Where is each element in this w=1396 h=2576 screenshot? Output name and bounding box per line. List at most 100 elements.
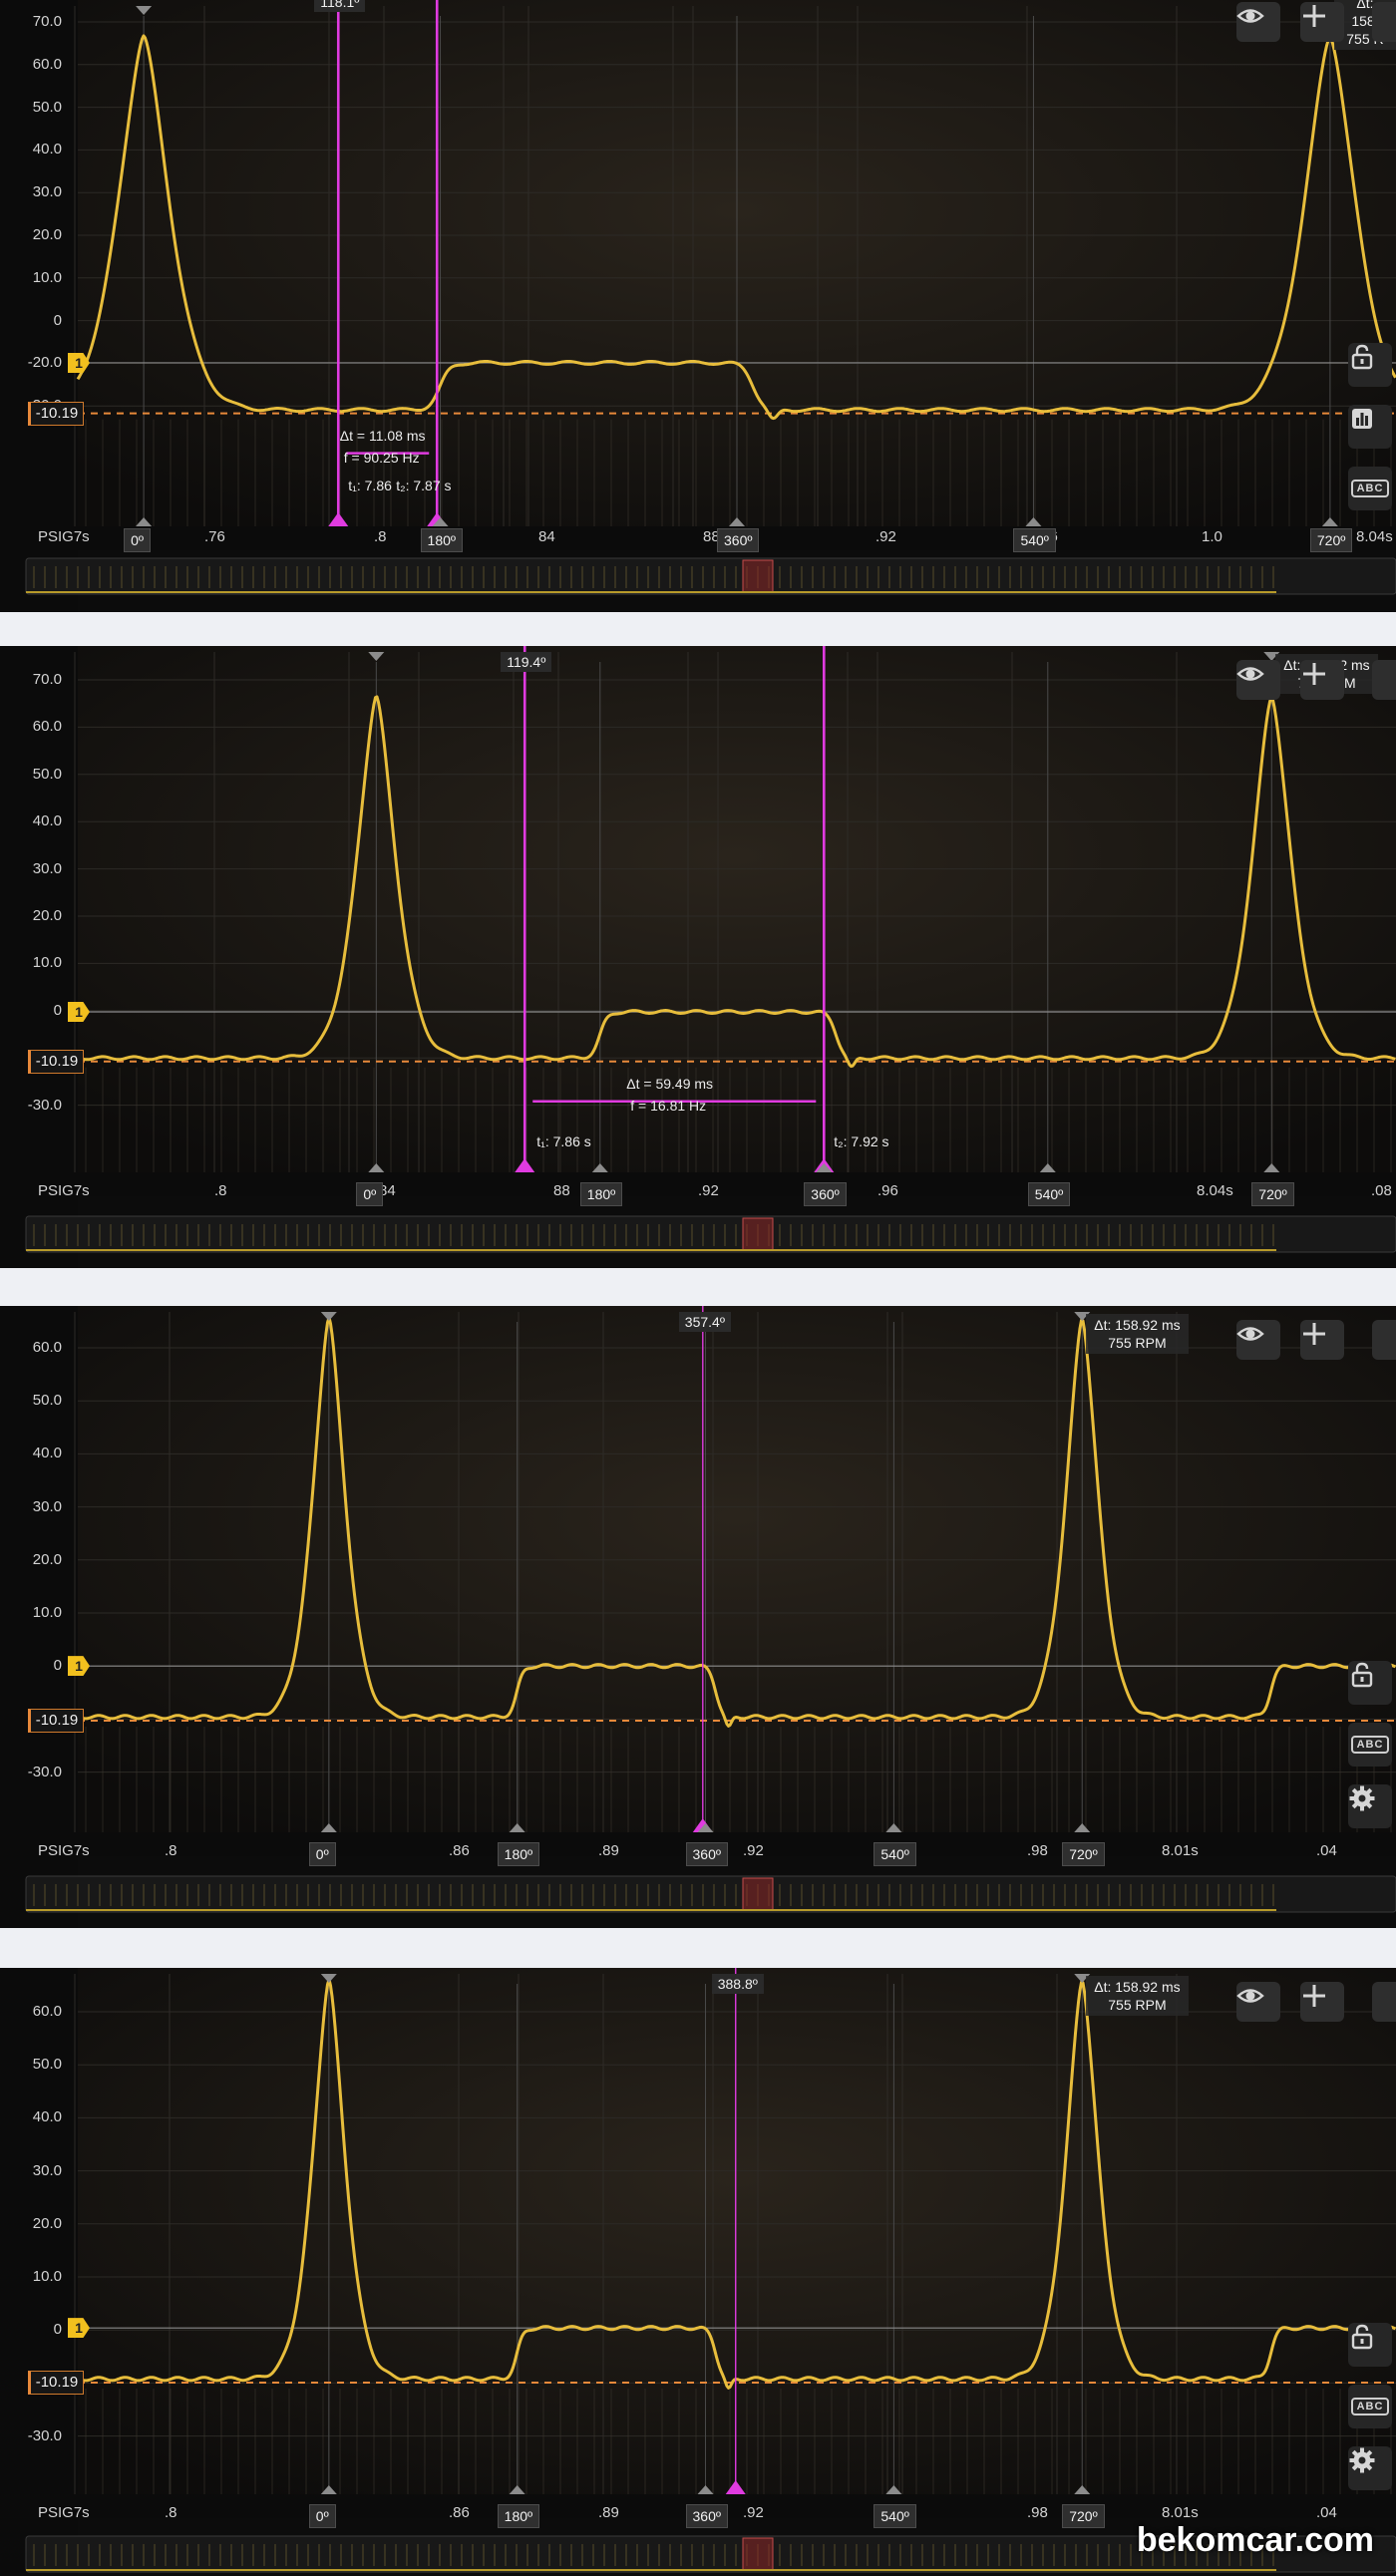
degree-label: 540º bbox=[1013, 528, 1056, 552]
lock-open-button[interactable] bbox=[1348, 343, 1392, 387]
x-tick-label: .86 bbox=[449, 2504, 470, 2521]
panel-separator bbox=[0, 1268, 1396, 1306]
eye-icon bbox=[1236, 1989, 1264, 2003]
x-tick-label: .8 bbox=[374, 528, 387, 545]
degree-label: 360º bbox=[717, 528, 760, 552]
y-tick-label: 20.0 bbox=[32, 2214, 62, 2232]
x-tick-label: 84 bbox=[538, 528, 555, 545]
x-tick-label: .86 bbox=[449, 1842, 470, 1859]
channel-name: PSIG7s bbox=[38, 1182, 90, 1199]
abc-button[interactable]: ABC bbox=[1348, 2385, 1392, 2428]
panel-separator bbox=[0, 1928, 1396, 1968]
x-tick-label: .92 bbox=[875, 528, 896, 545]
y-tick-label: 50.0 bbox=[32, 765, 62, 783]
gear-button[interactable] bbox=[1348, 2446, 1392, 2490]
x-tick-label: .92 bbox=[743, 2504, 764, 2521]
degree-label: 360º bbox=[804, 1182, 847, 1206]
eye-button[interactable] bbox=[1236, 1320, 1280, 1360]
lock-open-button[interactable] bbox=[1348, 2323, 1392, 2367]
channel-name: PSIG7s bbox=[38, 2504, 90, 2521]
waveform-chart[interactable] bbox=[0, 0, 1396, 612]
waveform-chart[interactable] bbox=[0, 646, 1396, 1268]
plus-icon bbox=[1303, 1323, 1325, 1345]
overview-window bbox=[742, 1877, 774, 1911]
degree-label: 180º bbox=[420, 528, 464, 552]
period-info-box: Δt: 158.92 ms 755 RPM bbox=[1086, 1976, 1189, 2016]
y-tick-label: 50.0 bbox=[32, 1392, 62, 1410]
degree-label: 0º bbox=[308, 2504, 336, 2528]
plus-icon bbox=[1303, 663, 1325, 685]
period-info-line: Δt: 158.92 ms bbox=[1094, 1317, 1181, 1333]
overflow-button[interactable] bbox=[1372, 660, 1396, 700]
overview-window bbox=[742, 1217, 774, 1251]
gear-icon bbox=[1349, 2447, 1375, 2473]
eye-icon bbox=[1236, 1327, 1264, 1341]
overflow-button[interactable] bbox=[1372, 1320, 1396, 1360]
x-tick-label: 88 bbox=[553, 1182, 570, 1199]
x-tick-label: .98 bbox=[1027, 1842, 1048, 1859]
plus-icon bbox=[1303, 1985, 1325, 2007]
y-tick-label: 30.0 bbox=[32, 859, 62, 877]
degree-label: 180º bbox=[497, 2504, 540, 2528]
x-tick-label: .8 bbox=[165, 1842, 177, 1859]
abc-icon: ABC bbox=[1350, 2398, 1390, 2415]
y-tick-label: 60.0 bbox=[32, 55, 62, 73]
t1-text: t₁: 7.86 bbox=[348, 477, 392, 493]
add-button[interactable] bbox=[1300, 1982, 1344, 2022]
abc-icon: ABC bbox=[1350, 480, 1390, 497]
y-tick-label: 20.0 bbox=[32, 907, 62, 924]
y-tick-label: 30.0 bbox=[32, 183, 62, 201]
abc-icon: ABC bbox=[1350, 1736, 1390, 1754]
scope-panel-2: 70.060.050.040.030.020.010.00-20.0-30.0-… bbox=[0, 646, 1396, 1268]
y-tick-label: 40.0 bbox=[32, 812, 62, 830]
waveform-chart[interactable] bbox=[0, 1306, 1396, 1928]
y-tick-label: 70.0 bbox=[32, 671, 62, 688]
delta-time-text: Δt = 11.08 ms bbox=[339, 427, 426, 444]
add-button[interactable] bbox=[1300, 660, 1344, 700]
plus-icon bbox=[1303, 5, 1325, 27]
degree-label: 360º bbox=[685, 1842, 728, 1866]
x-tick-label: .96 bbox=[877, 1182, 898, 1199]
eye-button[interactable] bbox=[1236, 1982, 1280, 2022]
eye-button[interactable] bbox=[1236, 660, 1280, 700]
degree-label: 720º bbox=[1251, 1182, 1294, 1206]
gear-button[interactable] bbox=[1348, 1784, 1392, 1828]
y-tick-label: 30.0 bbox=[32, 1497, 62, 1515]
overview-window bbox=[742, 2537, 774, 2571]
y-tick-label: 30.0 bbox=[32, 2161, 62, 2179]
reference-level-label[interactable]: -10.19 bbox=[28, 2371, 84, 2395]
delta-time-text: Δt = 59.49 ms bbox=[626, 1075, 714, 1092]
overflow-button[interactable] bbox=[1372, 2, 1396, 42]
y-tick-label: 60.0 bbox=[32, 1339, 62, 1356]
plot-area bbox=[78, 646, 1396, 1172]
bar-chart-button[interactable] bbox=[1348, 405, 1392, 449]
add-button[interactable] bbox=[1300, 1320, 1344, 1360]
x-tick-label: 8.04s bbox=[1356, 528, 1393, 545]
plot-area bbox=[78, 1306, 1396, 1832]
eye-button[interactable] bbox=[1236, 2, 1280, 42]
eye-icon bbox=[1236, 9, 1264, 23]
abc-button[interactable]: ABC bbox=[1348, 1723, 1392, 1767]
waveform-chart[interactable] bbox=[0, 1968, 1396, 2576]
t2-text: t₂: 7.87 s bbox=[396, 477, 452, 493]
y-tick-label: 0 bbox=[53, 311, 62, 329]
bar-chart-icon bbox=[1352, 409, 1372, 429]
reference-level-label[interactable]: -10.19 bbox=[28, 1049, 84, 1074]
add-button[interactable] bbox=[1300, 2, 1344, 42]
x-tick-label: 8.04s bbox=[1197, 1182, 1233, 1199]
y-tick-label: 60.0 bbox=[32, 718, 62, 736]
cursor-angle-label: 388.8º bbox=[711, 1974, 764, 1994]
y-tick-label: 10.0 bbox=[32, 268, 62, 286]
x-tick-label: .04 bbox=[1316, 1842, 1337, 1859]
x-tick-label: .8 bbox=[214, 1182, 227, 1199]
t1-text: t₁: 7.86 s bbox=[536, 1132, 591, 1149]
y-tick-label: 10.0 bbox=[32, 1604, 62, 1621]
lock-open-button[interactable] bbox=[1348, 1661, 1392, 1705]
abc-button[interactable]: ABC bbox=[1348, 467, 1392, 510]
degree-label: 360º bbox=[685, 2504, 728, 2528]
reference-level-label[interactable]: -10.19 bbox=[28, 1709, 84, 1733]
reference-level-label[interactable]: -10.19 bbox=[28, 401, 84, 426]
cursor-angle-label: 357.4º bbox=[678, 1312, 731, 1332]
degree-label: 0º bbox=[308, 1842, 336, 1866]
overflow-button[interactable] bbox=[1372, 1982, 1396, 2022]
